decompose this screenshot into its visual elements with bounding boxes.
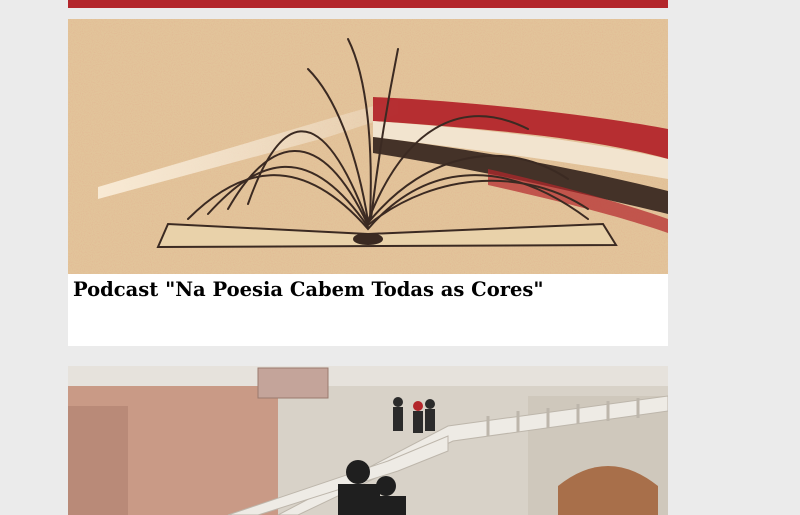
page-scrollbar[interactable] <box>788 0 800 515</box>
article-card[interactable]: Podcast "Na Poesia Cabem Todas as Cores" <box>68 19 668 346</box>
article-thumbnail-book[interactable] <box>68 19 668 274</box>
article-thumbnail-staircase[interactable] <box>68 366 668 515</box>
article-card[interactable] <box>68 366 668 515</box>
article-title[interactable]: Podcast "Na Poesia Cabem Todas as Cores" <box>73 278 660 301</box>
previous-card-footer[interactable] <box>68 0 668 8</box>
